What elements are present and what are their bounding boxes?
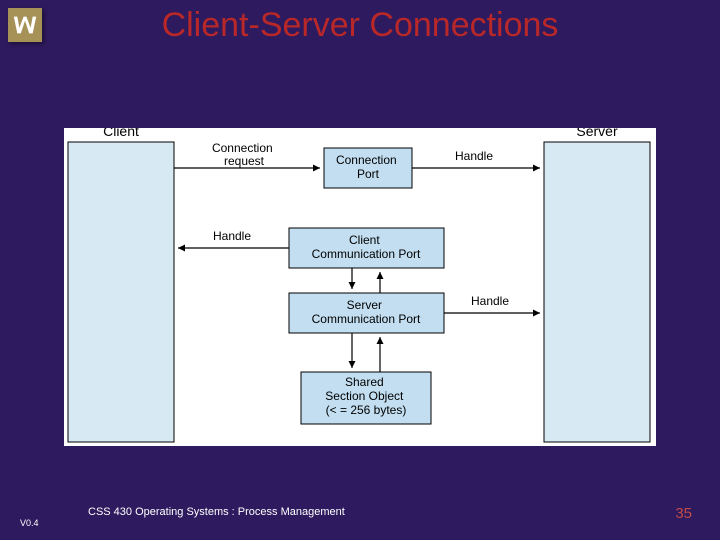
client-server-diagram: Client Server Connection Port Client Com…: [64, 128, 656, 446]
server-label: Server: [576, 128, 618, 139]
handle3-label: Handle: [471, 294, 509, 308]
page-number: 35: [675, 505, 692, 522]
conn-request-label: Connection request: [212, 141, 276, 168]
footer-text: CSS 430 Operating Systems : Process Mana…: [88, 506, 345, 518]
server-region: [544, 142, 650, 442]
slide-title: Client-Server Connections: [0, 6, 720, 45]
handle2-label: Handle: [213, 229, 251, 243]
version-label: V0.4: [20, 518, 39, 528]
diagram-area: Client Server Connection Port Client Com…: [64, 128, 656, 446]
client-region: [68, 142, 174, 442]
client-label: Client: [103, 128, 139, 139]
handle1-label: Handle: [455, 149, 493, 163]
